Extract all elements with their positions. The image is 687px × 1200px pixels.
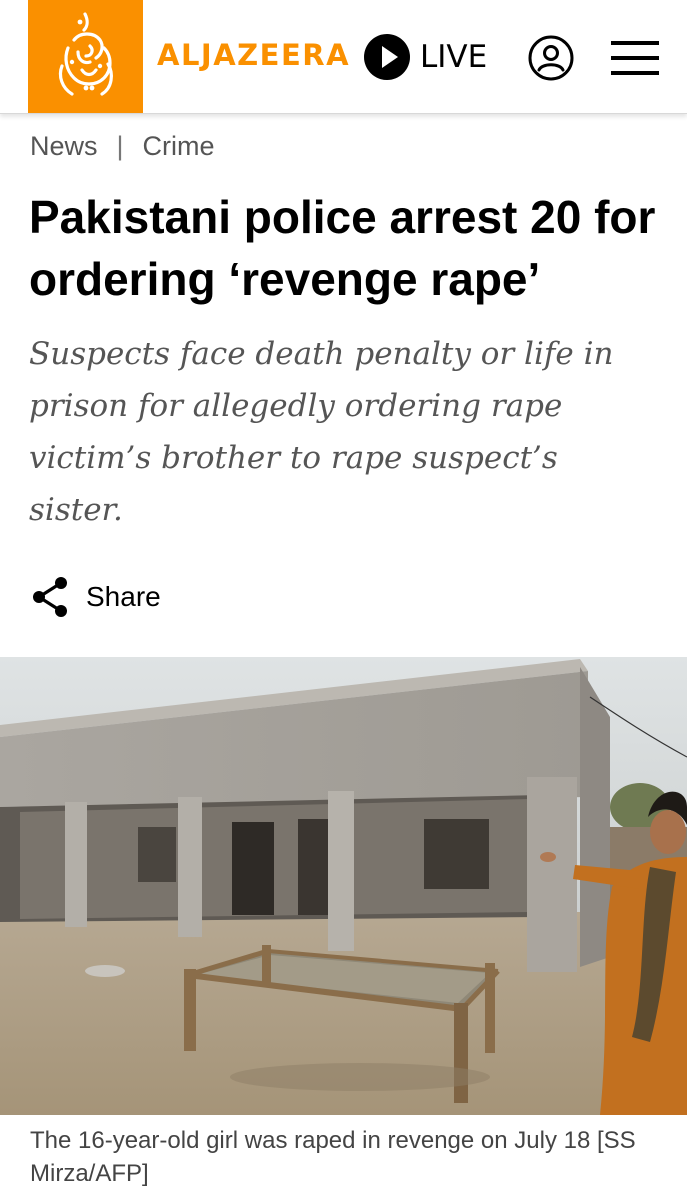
breadcrumb-news[interactable]: News (30, 131, 98, 162)
play-icon (364, 34, 410, 80)
breadcrumb: News | Crime (30, 131, 215, 162)
brand-wordmark[interactable]: ALJAZEERA (157, 38, 350, 72)
site-header: ALJAZEERA LIVE (0, 0, 687, 114)
live-label: LIVE (420, 39, 488, 75)
photo-caption: The 16-year-old girl was raped in reveng… (30, 1127, 636, 1187)
article-photo (0, 657, 687, 1115)
menu-icon[interactable] (611, 40, 659, 76)
live-button[interactable]: LIVE (364, 33, 487, 81)
breadcrumb-crime[interactable]: Crime (143, 131, 215, 162)
share-label: Share (86, 581, 161, 612)
article-headline: Pakistani police arrest 20 for ordering … (29, 191, 656, 305)
share-button[interactable]: Share (30, 575, 161, 619)
article-subheadline: Suspects face death penalty or life in p… (29, 336, 614, 528)
account-icon[interactable] (527, 34, 575, 82)
share-icon (33, 577, 67, 617)
breadcrumb-separator: | (116, 131, 124, 161)
aljazeera-logo[interactable] (28, 0, 143, 113)
aljazeera-logo-icon (58, 12, 113, 96)
